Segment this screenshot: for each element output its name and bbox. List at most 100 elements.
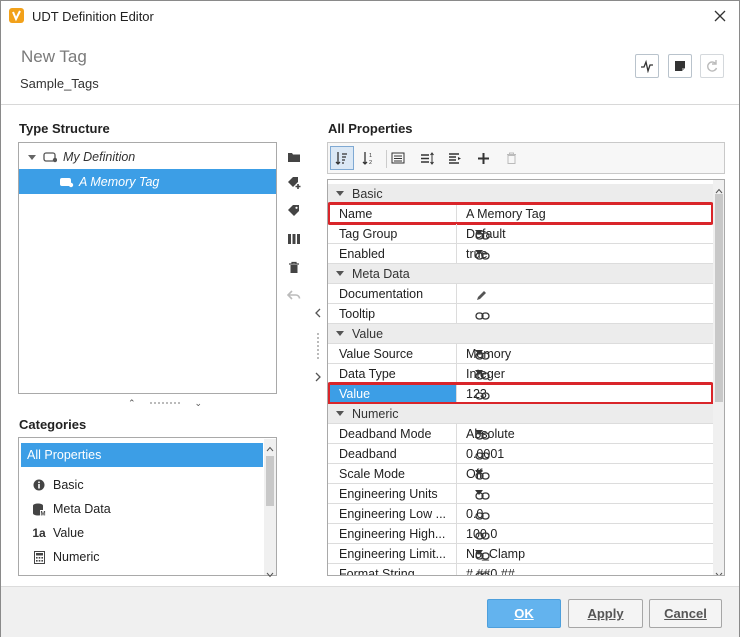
property-value-cell[interactable]: 0.0001 xyxy=(456,444,713,463)
category-basic[interactable]: Basic xyxy=(19,473,259,497)
property-row[interactable]: Format String #,##0.## xyxy=(328,564,713,575)
property-value-cell[interactable]: 0.0 xyxy=(456,504,713,523)
delete-item-button[interactable] xyxy=(285,258,303,276)
scroll-up-icon[interactable] xyxy=(266,440,274,455)
expand-all-button[interactable] xyxy=(415,146,439,170)
folder-icon xyxy=(288,153,300,162)
scroll-down-icon[interactable] xyxy=(715,566,723,575)
edit-pencil-icon[interactable] xyxy=(475,290,488,305)
tree-item-label: My Definition xyxy=(63,149,136,164)
collapse-arrow-icon[interactable] xyxy=(336,331,344,336)
property-category-row[interactable]: Basic xyxy=(328,184,713,204)
property-list-button[interactable] xyxy=(386,146,410,170)
scrollbar-thumb[interactable] xyxy=(266,456,274,506)
chevron-down-icon[interactable]: ⌄ xyxy=(194,398,202,409)
ok-button[interactable]: OK xyxy=(487,599,561,628)
property-value-cell[interactable]: Default xyxy=(456,224,713,243)
scroll-down-icon[interactable] xyxy=(266,566,274,581)
sort-icon xyxy=(335,152,347,165)
property-row[interactable]: Deadband 0.0001 xyxy=(328,444,713,464)
sort-alphabetical-button[interactable]: 12 xyxy=(357,146,381,170)
notes-button[interactable] xyxy=(668,54,692,78)
property-row[interactable]: Tag Group Default xyxy=(328,224,713,244)
tag-history-button[interactable] xyxy=(635,54,659,78)
property-name: Data Type xyxy=(339,367,396,381)
category-all-properties[interactable]: All Properties xyxy=(21,443,263,467)
binding-link-icon[interactable] xyxy=(475,570,490,575)
chevron-right-icon[interactable] xyxy=(314,370,322,385)
property-row[interactable]: Engineering Low ... 0.0 xyxy=(328,504,713,524)
category-meta-data[interactable]: M Meta Data xyxy=(19,497,259,521)
property-name: Documentation xyxy=(339,287,424,301)
apply-button[interactable]: Apply xyxy=(568,599,643,628)
cancel-button[interactable]: Cancel xyxy=(649,599,722,628)
binding-link-icon[interactable] xyxy=(475,530,490,544)
tag-button[interactable] xyxy=(285,202,303,220)
binding-link-icon[interactable] xyxy=(475,510,490,524)
property-value-cell[interactable]: Memory xyxy=(456,344,713,363)
property-category-row[interactable]: Value xyxy=(328,324,713,344)
trash-icon xyxy=(506,152,516,164)
note-icon xyxy=(675,61,685,71)
property-row[interactable]: Engineering Limit... No_Clamp xyxy=(328,544,713,564)
add-property-button[interactable] xyxy=(471,146,495,170)
property-row[interactable]: Enabled true xyxy=(328,244,713,264)
property-row[interactable]: Deadband Mode Absolute xyxy=(328,424,713,444)
binding-link-icon[interactable] xyxy=(475,230,490,244)
chevron-up-icon[interactable]: ⌃ xyxy=(128,398,136,409)
property-row[interactable]: Engineering Units xyxy=(328,484,713,504)
add-folder-button[interactable] xyxy=(285,148,303,166)
property-row[interactable]: Data Type Integer xyxy=(328,364,713,384)
binding-link-icon[interactable] xyxy=(475,490,490,504)
property-row[interactable]: Documentation xyxy=(328,284,713,304)
binding-link-icon[interactable] xyxy=(475,430,490,444)
property-value-cell[interactable]: Off xyxy=(456,464,713,483)
property-value-cell[interactable]: No_Clamp xyxy=(456,544,713,563)
tree-item-my-definition[interactable]: My Definition xyxy=(19,144,276,169)
binding-link-icon[interactable] xyxy=(475,550,490,564)
trash-icon xyxy=(289,261,299,273)
binding-link-icon[interactable] xyxy=(475,250,490,264)
scrollbar-thumb[interactable] xyxy=(715,194,723,402)
property-value-cell[interactable]: #,##0.## xyxy=(456,564,713,575)
property-value-cell[interactable]: true xyxy=(456,244,713,263)
categories-scrollbar[interactable] xyxy=(264,439,276,578)
property-grid-scrollbar[interactable] xyxy=(713,180,724,575)
columns-button[interactable] xyxy=(285,230,303,248)
category-numeric[interactable]: Numeric xyxy=(19,545,259,569)
category-value[interactable]: 1a Value xyxy=(19,521,259,545)
property-value-cell[interactable]: 100.0 xyxy=(456,524,713,543)
vertical-splitter[interactable] xyxy=(313,306,323,386)
delete-property-button[interactable] xyxy=(499,146,523,170)
property-value-cell[interactable] xyxy=(456,284,713,303)
chevron-left-icon[interactable] xyxy=(314,306,322,321)
binding-link-icon[interactable] xyxy=(475,350,490,364)
collapse-all-icon xyxy=(448,152,461,164)
binding-link-icon[interactable] xyxy=(475,450,490,464)
binding-link-icon[interactable] xyxy=(475,470,490,484)
collapse-arrow-icon[interactable] xyxy=(336,191,344,196)
add-tag-button[interactable] xyxy=(285,174,303,192)
tree-item-a-memory-tag[interactable]: A Memory Tag xyxy=(19,169,276,194)
sort-categorized-button[interactable] xyxy=(330,146,354,170)
close-icon[interactable] xyxy=(707,4,733,28)
property-value-cell[interactable] xyxy=(456,484,713,503)
property-row[interactable]: Scale Mode Off xyxy=(328,464,713,484)
property-category-row[interactable]: Meta Data xyxy=(328,264,713,284)
collapse-arrow-icon[interactable] xyxy=(336,411,344,416)
undo-button[interactable] xyxy=(285,286,303,304)
property-row[interactable]: Engineering High... 100.0 xyxy=(328,524,713,544)
expand-arrow-icon[interactable] xyxy=(27,152,37,162)
property-row[interactable]: Value Source Memory xyxy=(328,344,713,364)
property-value-cell[interactable]: Integer xyxy=(456,364,713,383)
property-row[interactable]: Tooltip xyxy=(328,304,713,324)
collapse-arrow-icon[interactable] xyxy=(336,271,344,276)
horizontal-splitter[interactable]: ⌃ ⌄ xyxy=(128,398,202,408)
collapse-all-button[interactable] xyxy=(443,146,467,170)
refresh-button[interactable] xyxy=(700,54,724,78)
property-value-cell[interactable]: Absolute xyxy=(456,424,713,443)
property-value-cell[interactable] xyxy=(456,304,713,323)
list-icon xyxy=(391,152,405,164)
property-category-row[interactable]: Numeric xyxy=(328,404,713,424)
binding-link-icon[interactable] xyxy=(475,310,490,324)
